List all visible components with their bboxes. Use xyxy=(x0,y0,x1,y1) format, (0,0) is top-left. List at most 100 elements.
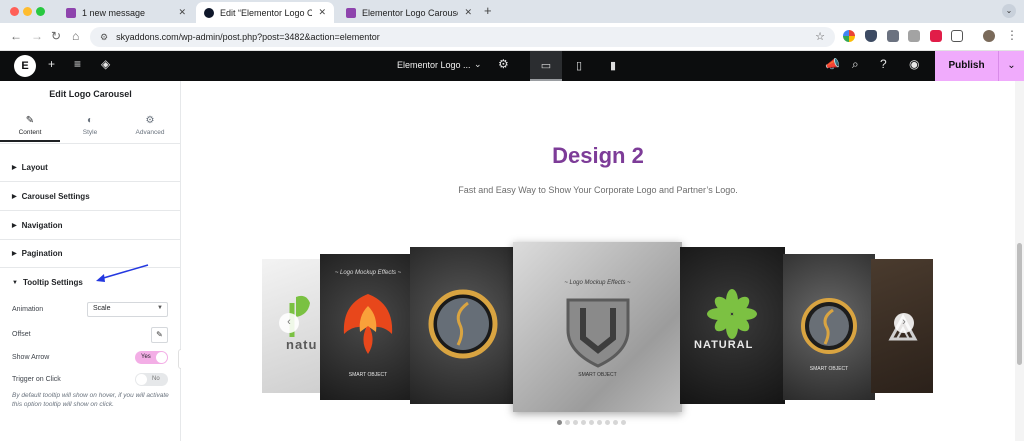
show-arrow-toggle[interactable]: Yes xyxy=(135,351,168,364)
face-card-right[interactable]: SMART OBJECT xyxy=(783,254,875,400)
publish-options-chevron-icon[interactable]: ⌄ xyxy=(998,51,1024,81)
add-element-icon[interactable]: + xyxy=(48,57,55,71)
trigger-on-click-toggle[interactable]: No xyxy=(135,373,168,386)
section-pagination[interactable]: ▶ Pagination xyxy=(0,239,181,268)
animation-value: Scale xyxy=(93,305,111,312)
minimize-window-button[interactable] xyxy=(23,7,32,16)
help-icon[interactable]: ? xyxy=(880,57,887,71)
pagination-dot[interactable] xyxy=(565,420,570,425)
preview-canvas: Design 2 Fast and Easy Way to Show Your … xyxy=(181,81,1015,441)
tab-advanced[interactable]: ⚙ Advanced xyxy=(120,115,180,142)
design-heading: Design 2 xyxy=(552,143,644,168)
image-extension-icon[interactable] xyxy=(908,30,920,42)
back-arrow-icon[interactable]: ← xyxy=(10,29,22,43)
tab-favicon xyxy=(66,7,76,18)
show-arrow-label: Show Arrow xyxy=(12,354,50,361)
home-icon[interactable]: ⌂ xyxy=(72,29,79,43)
url-input[interactable]: ⚙ skyaddons.com/wp-admin/post.php?post=3… xyxy=(90,27,835,47)
tab-style[interactable]: ◐ Style xyxy=(60,115,120,142)
pagination-dot[interactable] xyxy=(605,420,610,425)
tab-label: Style xyxy=(82,129,98,136)
card-wordmark: NATURAL xyxy=(694,339,754,351)
publish-button[interactable]: Publish xyxy=(935,51,998,81)
browser-tab-edit[interactable]: Edit “Elementor Logo Carousel” ✕ xyxy=(196,2,334,23)
editor-panel: Edit Logo Carousel ✎ Content ◐ Style ⚙ A… xyxy=(0,81,181,441)
reload-icon[interactable]: ↻ xyxy=(51,29,61,43)
tab-close-icon[interactable]: ✕ xyxy=(318,7,326,18)
animation-label: Animation xyxy=(12,306,44,313)
section-carousel-settings[interactable]: ▶ Carousel Settings xyxy=(0,182,181,211)
toggle-state: Yes xyxy=(141,354,151,360)
tab-close-icon[interactable]: ✕ xyxy=(464,7,472,18)
annotation-arrow xyxy=(96,264,149,282)
caret-right-icon: ▶ xyxy=(12,193,17,200)
page-settings-gear-icon[interactable]: ⚙ xyxy=(498,57,509,71)
notifications-megaphone-icon[interactable]: 📣 xyxy=(825,57,840,71)
carousel-prev-button[interactable]: ‹ xyxy=(279,313,299,333)
puzzle-extension-icon[interactable] xyxy=(951,30,963,42)
pagination-dot[interactable] xyxy=(613,420,618,425)
structure-layers-icon[interactable]: ◈ xyxy=(101,57,110,71)
tab-close-icon[interactable]: ✕ xyxy=(178,7,186,18)
pagination-dot[interactable] xyxy=(597,420,602,425)
tab-content[interactable]: ✎ Content xyxy=(0,115,60,142)
preview-eye-icon[interactable]: ◉ xyxy=(909,57,919,71)
tablet-view-icon[interactable]: ▯ xyxy=(563,51,595,81)
tab-label: Advanced xyxy=(135,129,165,136)
maximize-window-button[interactable] xyxy=(36,7,45,16)
section-tooltip-settings[interactable]: ▼ Tooltip Settings xyxy=(0,268,181,297)
animation-select[interactable]: Scale ▼ xyxy=(87,302,168,317)
profile-avatar[interactable] xyxy=(983,30,995,42)
browser-tab-messages[interactable]: 1 new message ✕ xyxy=(58,2,194,23)
toggle-state: No xyxy=(152,376,160,382)
phoenix-card[interactable]: ~ Logo Mockup Effects ~ SMART OBJECT xyxy=(320,254,416,400)
new-tab-button[interactable]: + xyxy=(484,3,492,18)
pagination-dot[interactable] xyxy=(621,420,626,425)
trigger-on-click-label: Trigger on Click xyxy=(12,376,61,383)
caret-right-icon: ▶ xyxy=(12,164,17,171)
section-layout[interactable]: ▶ Layout xyxy=(0,153,181,182)
shield-logo-card[interactable]: ~ Logo Mockup Effects ~ SMART OBJECT xyxy=(513,242,682,412)
bookmark-star-icon[interactable]: ☆ xyxy=(815,30,825,43)
chrome-extension-icon[interactable] xyxy=(843,30,855,42)
close-window-button[interactable] xyxy=(10,7,19,16)
camera-extension-icon[interactable] xyxy=(887,30,899,42)
offset-edit-button[interactable]: ✎ xyxy=(151,327,168,343)
tab-favicon xyxy=(204,7,214,18)
finder-search-icon[interactable]: ⌕ xyxy=(852,57,859,72)
chevron-down-icon: ▼ xyxy=(157,305,163,311)
site-settings-icon[interactable]: ⚙ xyxy=(100,32,108,43)
site-settings-sliders-icon[interactable]: ≡ xyxy=(74,57,81,71)
pagination-dot[interactable] xyxy=(573,420,578,425)
elementor-top-bar: E + ≡ ◈ Elementor Logo ... ⌄ ⚙ ▭ ▯ ▮ 📣 ⌕… xyxy=(0,51,1024,81)
pagination-dot[interactable] xyxy=(589,420,594,425)
shield-logo-icon xyxy=(566,298,630,368)
tab-label: Content xyxy=(18,129,42,136)
desktop-view-icon[interactable]: ▭ xyxy=(530,51,562,81)
browser-tab-bar: 1 new message ✕ Edit “Elementor Logo Car… xyxy=(0,0,1024,23)
y-extension-icon[interactable] xyxy=(930,30,942,42)
canvas-scrollbar-thumb[interactable] xyxy=(1017,243,1022,365)
toggle-knob xyxy=(136,374,147,385)
shield-extension-icon[interactable] xyxy=(865,30,877,42)
carousel-next-button[interactable]: › xyxy=(894,313,914,333)
forward-arrow-icon[interactable]: → xyxy=(31,29,43,43)
tooltip-help-text: By default tooltip will show on hover, i… xyxy=(12,392,169,408)
mobile-view-icon[interactable]: ▮ xyxy=(597,51,629,81)
document-title[interactable]: Elementor Logo ... xyxy=(397,60,471,70)
title-chevron-icon[interactable]: ⌄ xyxy=(474,59,482,70)
tab-favicon xyxy=(346,7,356,18)
address-bar-row: ← → ↻ ⌂ ⚙ skyaddons.com/wp-admin/post.ph… xyxy=(0,23,1024,51)
section-navigation[interactable]: ▶ Navigation xyxy=(0,211,181,240)
section-label: Tooltip Settings xyxy=(22,278,83,287)
browser-menu-icon[interactable]: ⋮ xyxy=(1006,28,1018,42)
pagination-dot[interactable] xyxy=(581,420,586,425)
tab-search-chevron-icon[interactable]: ⌄ xyxy=(1002,4,1016,18)
elementor-logo-icon[interactable]: E xyxy=(14,55,36,77)
gold-face-card[interactable] xyxy=(410,247,516,404)
pagination-dot[interactable] xyxy=(557,420,562,425)
offset-label: Offset xyxy=(12,331,31,338)
browser-tab-carousel[interactable]: Elementor Logo Carousel Wi ✕ xyxy=(338,2,480,23)
natural-leaf-card[interactable]: NATURAL xyxy=(680,247,785,404)
card-script-text: ~ Logo Mockup Effects ~ xyxy=(564,280,631,286)
